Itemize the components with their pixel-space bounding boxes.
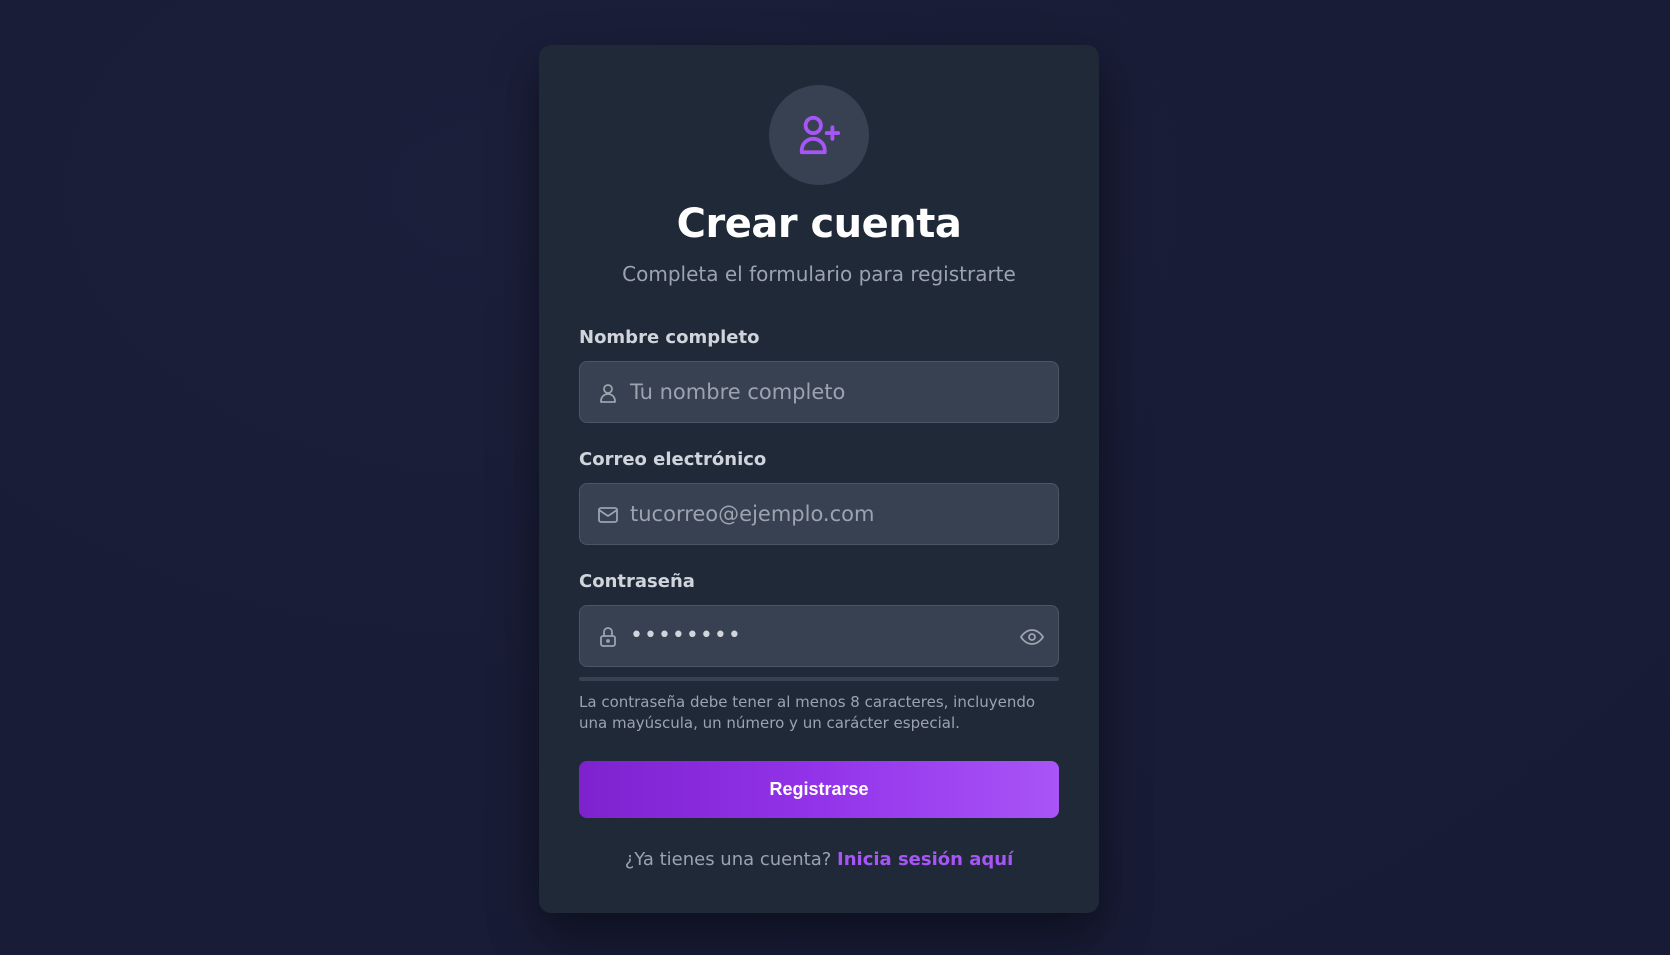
page-subtitle: Completa el formulario para registrarte: [622, 262, 1016, 286]
name-label: Nombre completo: [579, 327, 760, 348]
password-hint: La contraseña debe tener al menos 8 cara…: [579, 693, 1036, 732]
user-plus-icon: [799, 115, 841, 155]
login-prompt-text: ¿Ya tienes una cuenta?: [624, 849, 832, 870]
password-strength-bar: [579, 677, 1059, 681]
eye-icon[interactable]: [1020, 625, 1044, 649]
user-icon: [600, 384, 616, 403]
email-label: Correo electrónico: [579, 449, 767, 470]
name-field[interactable]: Tu nombre completo: [579, 361, 1059, 423]
mail-icon: [598, 507, 618, 523]
password-label: Contraseña: [579, 571, 695, 592]
email-placeholder: tucorreo@ejemplo.com: [630, 502, 875, 526]
avatar: [769, 85, 869, 185]
login-prompt: ¿Ya tienes una cuenta? Inicia sesión aqu…: [539, 849, 1099, 870]
password-value: ••••••••: [630, 623, 742, 648]
name-placeholder: Tu nombre completo: [630, 380, 846, 404]
email-field[interactable]: tucorreo@ejemplo.com: [579, 483, 1059, 545]
password-field[interactable]: ••••••••: [579, 605, 1059, 667]
register-button[interactable]: Registrarse: [579, 761, 1059, 818]
login-link[interactable]: Inicia sesión aquí: [837, 849, 1013, 870]
register-card: Crear cuenta Completa el formulario para…: [539, 45, 1099, 913]
page-title: Crear cuenta: [676, 201, 962, 247]
lock-icon: [600, 627, 616, 647]
